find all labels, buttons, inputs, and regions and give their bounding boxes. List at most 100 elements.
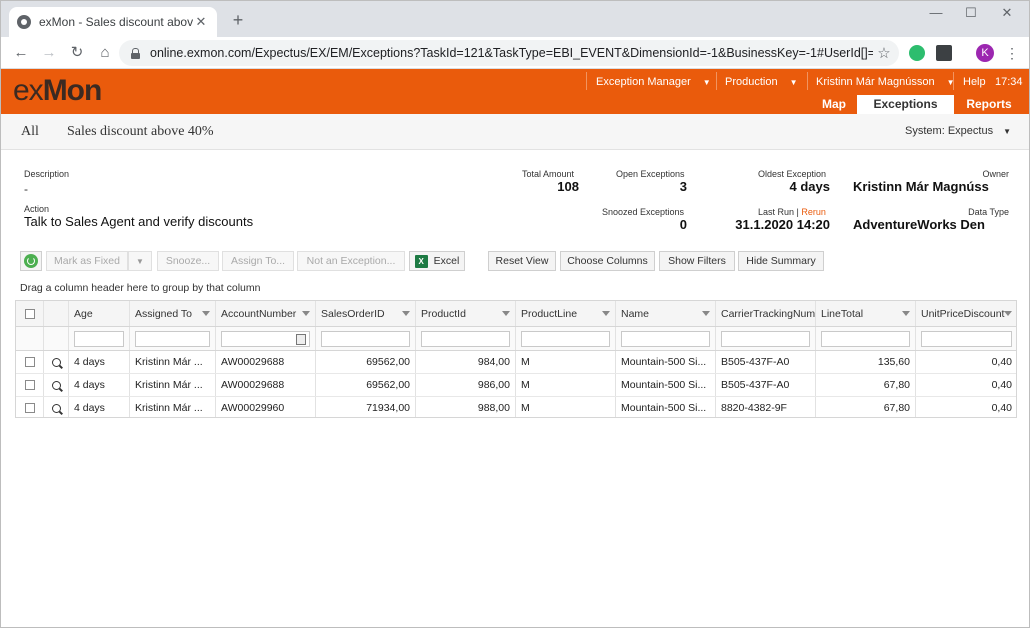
filter-input-unit-price-discount[interactable] <box>921 330 1012 347</box>
column-header-name[interactable]: Name <box>616 301 716 326</box>
choose-columns-button[interactable]: Choose Columns <box>560 251 655 271</box>
filter-input-product-id[interactable] <box>421 330 510 347</box>
column-header-label: SalesOrderID <box>321 307 385 320</box>
table-row[interactable]: 4 days Kristinn Már ... AW00029688 69562… <box>16 351 1016 374</box>
filter-cell <box>416 327 516 350</box>
filter-input-name[interactable] <box>621 330 710 347</box>
table-cell: 67,80 <box>816 397 916 417</box>
row-checkbox[interactable] <box>16 351 44 373</box>
bookmark-star-icon[interactable]: ☆ <box>873 44 895 62</box>
oldest-exception-label: Oldest Exception <box>758 169 827 179</box>
table-cell: M <box>516 351 616 373</box>
filter-input-sales-order-id[interactable] <box>321 330 410 347</box>
exception-manager-label: Exception Manager <box>596 76 691 88</box>
filter-icon[interactable] <box>202 311 210 316</box>
filter-icon[interactable] <box>1004 311 1013 316</box>
mark-as-fixed-button[interactable]: Mark as Fixed <box>46 251 128 271</box>
address-bar[interactable]: online.exmon.com/Expectus/EX/EM/Exceptio… <box>119 40 899 66</box>
filter-cell <box>516 327 616 350</box>
column-header-carrier-tracking[interactable]: CarrierTrackingNum <box>716 301 816 326</box>
mark-as-fixed-dropdown[interactable]: ▼ <box>128 251 152 271</box>
filter-icon[interactable] <box>402 311 410 316</box>
column-header-label: AccountNumber <box>221 307 297 320</box>
filter-icon[interactable] <box>502 311 510 316</box>
row-checkbox[interactable] <box>16 374 44 396</box>
refresh-button[interactable] <box>20 251 42 271</box>
help-link[interactable]: Help <box>963 73 986 91</box>
grammarly-extension-icon[interactable] <box>909 45 925 61</box>
rerun-link[interactable]: Rerun <box>801 207 826 217</box>
filter-icon[interactable] <box>602 311 610 316</box>
row-details-button[interactable] <box>44 397 69 417</box>
filter-icon[interactable] <box>302 311 310 316</box>
reload-icon[interactable]: ↻ <box>67 43 87 63</box>
table-row[interactable]: 4 days Kristinn Már ... AW00029960 71934… <box>16 397 1016 417</box>
exmon-logo[interactable]: exMon <box>13 74 102 108</box>
table-row[interactable]: 4 days Kristinn Már ... AW00029688 69562… <box>16 374 1016 397</box>
excel-button[interactable]: X Excel <box>409 251 465 271</box>
group-by-drop-zone[interactable]: Drag a column header here to group by th… <box>20 282 260 294</box>
filter-input-account-number[interactable] <box>221 330 310 347</box>
nav-tab-exceptions[interactable]: Exceptions <box>857 95 954 114</box>
forward-arrow-icon[interactable]: → <box>39 43 59 63</box>
logo-ex-text: ex <box>13 74 44 107</box>
window-maximize-button[interactable]: ☐ <box>961 5 981 21</box>
profile-avatar[interactable]: K <box>976 44 994 62</box>
row-checkbox[interactable] <box>16 397 44 417</box>
user-menu[interactable]: Kristinn Már Magnússon ▼ <box>816 73 955 91</box>
nav-tab-reports[interactable]: Reports <box>956 95 1022 114</box>
filter-input-product-line[interactable] <box>521 330 610 347</box>
system-selector[interactable]: System: Expectus ▼ <box>905 125 1011 137</box>
window-close-button[interactable]: ✕ <box>997 5 1017 21</box>
extension-icon[interactable] <box>936 45 952 61</box>
menu-divider <box>716 72 717 90</box>
tab-close-button[interactable]: ✕ <box>193 14 209 30</box>
reset-view-button[interactable]: Reset View <box>488 251 556 271</box>
grid-header-row: Age Assigned To AccountNumber SalesOrder… <box>16 301 1016 327</box>
table-cell: 69562,00 <box>316 374 416 396</box>
filter-input-line-total[interactable] <box>821 330 910 347</box>
column-header-product-id[interactable]: ProductId <box>416 301 516 326</box>
breadcrumb-all[interactable]: All <box>21 124 39 140</box>
nav-tab-map[interactable]: Map <box>813 95 855 114</box>
filter-input-age[interactable] <box>74 330 124 347</box>
snooze-button[interactable]: Snooze... <box>157 251 219 271</box>
production-menu[interactable]: Production ▼ <box>725 73 798 91</box>
back-arrow-icon[interactable]: ← <box>11 43 31 63</box>
column-header-age[interactable]: Age <box>69 301 130 326</box>
row-details-button[interactable] <box>44 351 69 373</box>
table-cell: 4 days <box>69 351 130 373</box>
home-icon[interactable]: ⌂ <box>95 43 115 63</box>
table-cell: 67,80 <box>816 374 916 396</box>
filter-input-carrier-tracking[interactable] <box>721 330 810 347</box>
open-exceptions-label: Open Exceptions <box>616 169 685 179</box>
filter-cell <box>316 327 416 350</box>
browser-tab[interactable]: exMon - Sales discount above 40 ✕ <box>9 7 217 37</box>
excel-label: Excel <box>433 255 460 267</box>
select-all-checkbox[interactable] <box>16 301 44 326</box>
assign-to-button[interactable]: Assign To... <box>222 251 294 271</box>
column-header-account-number[interactable]: AccountNumber <box>216 301 316 326</box>
show-filters-button[interactable]: Show Filters <box>659 251 735 271</box>
column-header-label: ProductLine <box>521 307 578 320</box>
exception-manager-menu[interactable]: Exception Manager ▼ <box>596 73 711 91</box>
filter-icon[interactable] <box>702 311 710 316</box>
column-header-assigned-to[interactable]: Assigned To <box>130 301 216 326</box>
hide-summary-button[interactable]: Hide Summary <box>738 251 824 271</box>
column-header-sales-order-id[interactable]: SalesOrderID <box>316 301 416 326</box>
window-minimize-button[interactable]: — <box>926 5 946 20</box>
row-details-button[interactable] <box>44 374 69 396</box>
owner-label: Owner <box>982 169 1009 179</box>
filter-cell <box>69 327 130 350</box>
filter-cell <box>916 327 1016 350</box>
not-an-exception-button[interactable]: Not an Exception... <box>297 251 405 271</box>
checkbox-icon <box>24 403 35 413</box>
grid-filter-row <box>16 327 1016 351</box>
filter-input-assigned-to[interactable] <box>135 330 210 347</box>
browser-menu-icon[interactable]: ⋮ <box>1005 45 1019 61</box>
column-header-product-line[interactable]: ProductLine <box>516 301 616 326</box>
column-header-unit-price-discount[interactable]: UnitPriceDiscount <box>916 301 1016 326</box>
new-tab-button[interactable]: + <box>229 11 247 29</box>
column-header-line-total[interactable]: LineTotal <box>816 301 916 326</box>
filter-icon[interactable] <box>902 311 910 316</box>
